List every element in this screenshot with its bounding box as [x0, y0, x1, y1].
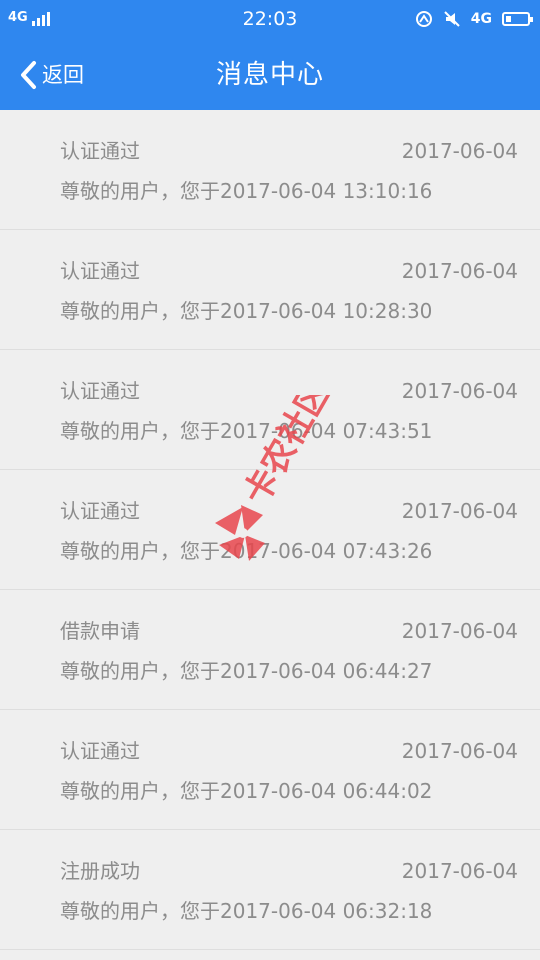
navigation-bar: 返回 消息中心: [0, 44, 540, 106]
header-bar: 4G 22:03 4G 返回 消息中心: [0, 0, 540, 110]
message-date: 2017-06-04: [401, 139, 518, 163]
message-item[interactable]: 认证通过 2017-06-04 尊敬的用户，您于2017-06-04 06:44…: [0, 710, 540, 830]
battery-icon: [502, 12, 533, 26]
message-title: 注册成功: [60, 859, 140, 883]
mute-icon: [444, 11, 460, 27]
message-body: 尊敬的用户，您于2017-06-04 07:43:26: [60, 539, 433, 563]
message-list: 认证通过 2017-06-04 尊敬的用户，您于2017-06-04 13:10…: [0, 110, 540, 950]
status-right: 4G: [415, 9, 533, 29]
message-date: 2017-06-04: [401, 859, 518, 883]
status-bar: 4G 22:03 4G: [0, 0, 540, 38]
message-body: 尊敬的用户，您于2017-06-04 10:28:30: [60, 299, 433, 323]
message-date: 2017-06-04: [401, 499, 518, 523]
network-type-label-right: 4G: [470, 11, 492, 27]
message-date: 2017-06-04: [401, 379, 518, 403]
message-title: 借款申请: [60, 619, 140, 643]
message-item[interactable]: 认证通过 2017-06-04 尊敬的用户，您于2017-06-04 13:10…: [0, 110, 540, 230]
message-title: 认证通过: [60, 259, 140, 283]
chevron-left-icon: [21, 61, 36, 89]
message-item[interactable]: 借款申请 2017-06-04 尊敬的用户，您于2017-06-04 06:44…: [0, 590, 540, 710]
message-date: 2017-06-04: [401, 739, 518, 763]
message-item[interactable]: 认证通过 2017-06-04 尊敬的用户，您于2017-06-04 10:28…: [0, 230, 540, 350]
message-body: 尊敬的用户，您于2017-06-04 07:43:51: [60, 419, 433, 443]
message-date: 2017-06-04: [401, 259, 518, 283]
message-title: 认证通过: [60, 739, 140, 763]
message-body: 尊敬的用户，您于2017-06-04 06:32:18: [60, 899, 433, 923]
message-body: 尊敬的用户，您于2017-06-04 06:44:02: [60, 779, 433, 803]
message-body: 尊敬的用户，您于2017-06-04 06:44:27: [60, 659, 433, 683]
back-button[interactable]: 返回: [18, 58, 84, 92]
message-item[interactable]: 认证通过 2017-06-04 尊敬的用户，您于2017-06-04 07:43…: [0, 350, 540, 470]
message-title: 认证通过: [60, 139, 140, 163]
message-date: 2017-06-04: [401, 619, 518, 643]
message-item[interactable]: 注册成功 2017-06-04 尊敬的用户，您于2017-06-04 06:32…: [0, 830, 540, 950]
message-item[interactable]: 认证通过 2017-06-04 尊敬的用户，您于2017-06-04 07:43…: [0, 470, 540, 590]
message-body: 尊敬的用户，您于2017-06-04 13:10:16: [60, 179, 433, 203]
message-title: 认证通过: [60, 379, 140, 403]
back-button-label: 返回: [42, 63, 84, 87]
message-title: 认证通过: [60, 499, 140, 523]
nfc-icon: [415, 11, 432, 27]
